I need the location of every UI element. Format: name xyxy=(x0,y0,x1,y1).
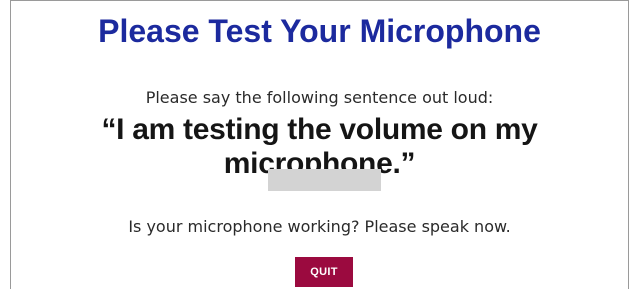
volume-meter xyxy=(268,169,381,191)
microphone-test-dialog: Please Test Your Microphone Please say t… xyxy=(10,0,629,289)
page-title: Please Test Your Microphone xyxy=(98,13,541,49)
instruction-text: Please say the following sentence out lo… xyxy=(145,88,494,107)
speak-prompt: Is your microphone working? Please speak… xyxy=(128,217,511,236)
quit-button[interactable]: QUIT xyxy=(295,257,353,287)
